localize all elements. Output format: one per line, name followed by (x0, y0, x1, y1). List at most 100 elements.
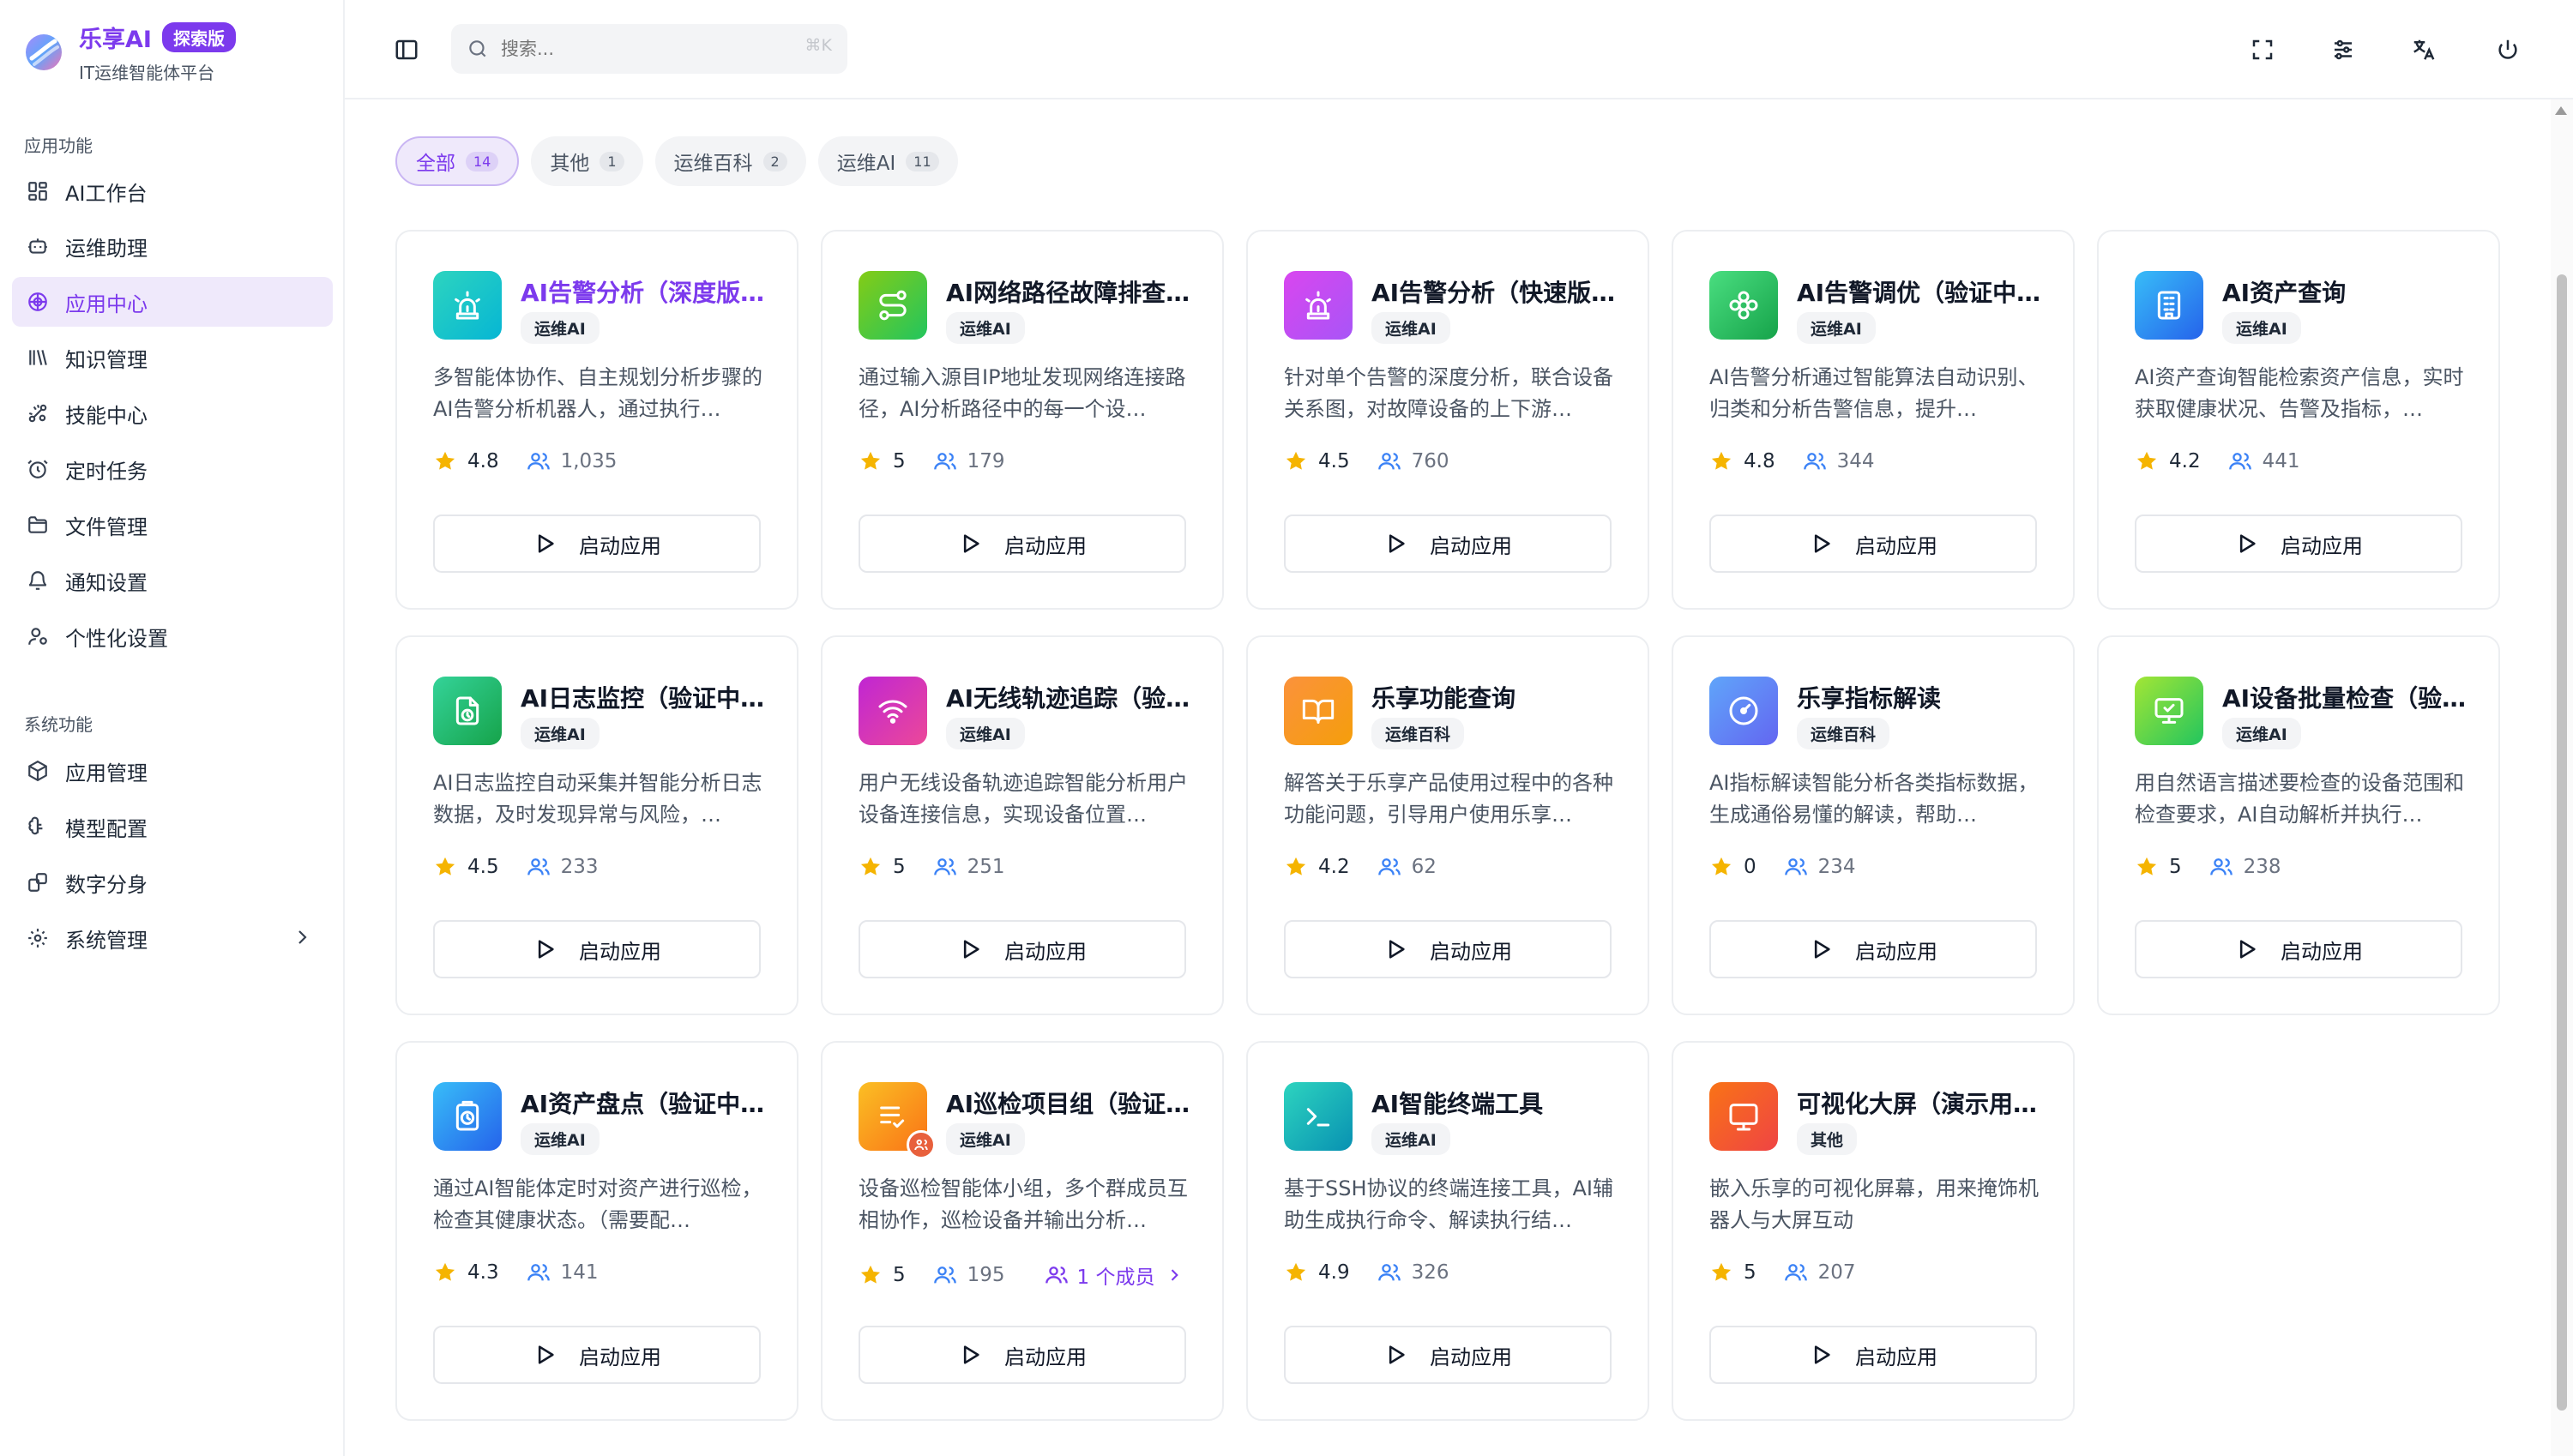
search-box[interactable]: ⌘K (451, 24, 847, 74)
list-check-icon (880, 1106, 905, 1128)
user-count: 441 (2262, 450, 2300, 472)
app-title[interactable]: 可视化大屏（演示用… (1797, 1086, 2054, 1120)
launch-label: 启动应用 (1004, 1345, 1087, 1369)
app-card[interactable]: 乐享指标解读 运维百科 AI指标解读智能分析各类指标数据，生成通俗易懂的解读，帮… (1672, 635, 2075, 1015)
star-icon (860, 451, 881, 470)
filter-all[interactable]: 全部 14 (395, 136, 520, 186)
launch-app-button[interactable]: 启动应用 (1284, 1326, 1612, 1384)
chevron-right-icon (298, 930, 307, 944)
app-title[interactable]: AI日志监控（验证中… (521, 680, 778, 714)
launch-app-button[interactable]: 启动应用 (433, 514, 761, 573)
app-stats: 5 207 (1709, 1260, 1856, 1285)
app-title[interactable]: AI设备批量检查（验… (2222, 680, 2480, 714)
dashboard-icon (26, 179, 50, 203)
app-card[interactable]: AI巡检项目组（验证… 运维AI 设备巡检智能体小组，多个群成员互相协作，巡检设… (821, 1041, 1224, 1421)
user-count: 344 (1836, 450, 1875, 472)
users-icon (527, 453, 550, 470)
category-tag: 运维AI (946, 1123, 1025, 1155)
category-tag: 运维AI (1797, 312, 1876, 344)
filter-ops-wiki[interactable]: 运维百科 2 (654, 136, 806, 186)
launch-app-button[interactable]: 启动应用 (1709, 514, 2037, 573)
sidebar-item-label: AI工作台 (65, 181, 148, 206)
launch-app-button[interactable]: 启动应用 (433, 920, 761, 978)
app-icon (433, 1082, 502, 1151)
sidebar-item-model-config[interactable]: 模型配置 (12, 802, 333, 851)
app-title[interactable]: AI无线轨迹追踪（验… (946, 680, 1203, 714)
logout-button[interactable] (2489, 31, 2527, 69)
launch-label: 启动应用 (1004, 939, 1087, 964)
translate-icon (2413, 39, 2435, 60)
app-card[interactable]: AI告警调优（验证中… 运维AI AI告警分析通过智能算法自动识别、归类和分析告… (1672, 230, 2075, 610)
app-card[interactable]: AI设备批量检查（验… 运维AI 用自然语言描述要检查的设备范围和检查要求，AI… (2097, 635, 2500, 1015)
play-icon (538, 940, 554, 959)
sidebar-item-ai-workbench[interactable]: AI工作台 (12, 166, 333, 216)
sidebar-item-ops-assistant[interactable]: 运维助理 (12, 221, 333, 271)
app-title[interactable]: AI告警分析（快速版… (1371, 274, 1629, 309)
launch-app-button[interactable]: 启动应用 (1709, 920, 2037, 978)
launch-app-button[interactable]: 启动应用 (1284, 920, 1612, 978)
sidebar-item-app-center[interactable]: 应用中心 (12, 277, 333, 327)
app-title[interactable]: AI告警分析（深度版… (521, 274, 778, 309)
brand[interactable]: 乐享AI 探索版 IT运维智能体平台 (24, 22, 236, 83)
sidebar-item-system-management[interactable]: 系统管理 (12, 913, 333, 963)
brand-name: 乐享AI (79, 27, 152, 53)
app-card-grid: AI告警分析（深度版… 运维AI 多智能体协作、自主规划分析步骤的AI告警分析机… (395, 230, 2502, 1421)
launch-label: 启动应用 (1430, 939, 1512, 964)
edition-badge: 探索版 (161, 22, 236, 52)
app-title[interactable]: AI智能终端工具 (1371, 1086, 1629, 1120)
sidebar-item-notifications[interactable]: 通知设置 (12, 556, 333, 605)
filter-ops-ai[interactable]: 运维AI 11 (817, 136, 958, 186)
app-title[interactable]: AI资产盘点（验证中… (521, 1086, 778, 1120)
play-icon (538, 1345, 554, 1364)
launch-app-button[interactable]: 启动应用 (2135, 920, 2462, 978)
fullscreen-button[interactable] (2244, 31, 2281, 69)
users-icon (1784, 1264, 1807, 1281)
launch-app-button[interactable]: 启动应用 (2135, 514, 2462, 573)
app-card[interactable]: AI网络路径故障排查… 运维AI 通过输入源目IP地址发现网络连接路径，AI分析… (821, 230, 1224, 610)
sidebar-item-files[interactable]: 文件管理 (12, 500, 333, 550)
filter-other[interactable]: 其他 1 (531, 136, 643, 186)
app-description: AI日志监控自动采集并智能分析日志数据，及时发现异常与风险，… (433, 771, 762, 827)
app-card[interactable]: AI日志监控（验证中… 运维AI AI日志监控自动采集并智能分析日志数据，及时发… (395, 635, 798, 1015)
app-description: 用户无线设备轨迹追踪智能分析用户设备连接信息，实现设备位置… (859, 771, 1188, 827)
app-title[interactable]: 乐享指标解读 (1797, 680, 2054, 714)
scrollbar-thumb[interactable] (2557, 274, 2567, 1411)
app-card[interactable]: 可视化大屏（演示用… 其他 嵌入乐享的可视化屏幕，用来掩饰机器人与大屏互动 5 … (1672, 1041, 2075, 1421)
app-title[interactable]: AI资产查询 (2222, 274, 2480, 309)
members-link[interactable]: 1 个成员 (1045, 1260, 1191, 1290)
sidebar-item-scheduled-tasks[interactable]: 定时任务 (12, 444, 333, 494)
filter-label: 运维百科 (673, 153, 753, 175)
language-button[interactable] (2405, 31, 2443, 69)
app-title[interactable]: AI告警调优（验证中… (1797, 274, 2054, 309)
launch-app-button[interactable]: 启动应用 (859, 514, 1186, 573)
app-card[interactable]: AI告警分析（深度版… 运维AI 多智能体协作、自主规划分析步骤的AI告警分析机… (395, 230, 798, 610)
app-icon (1284, 271, 1353, 340)
app-title[interactable]: AI网络路径故障排查… (946, 274, 1203, 309)
search-input[interactable] (501, 39, 758, 59)
preferences-button[interactable] (2324, 31, 2362, 69)
sidebar-item-app-management[interactable]: 应用管理 (12, 746, 333, 796)
star-icon (1711, 857, 1732, 875)
sidebar-item-digital-twin[interactable]: 数字分身 (12, 857, 333, 907)
play-icon (1814, 1345, 1830, 1364)
launch-app-button[interactable]: 启动应用 (1709, 1326, 2037, 1384)
app-card[interactable]: AI告警分析（快速版… 运维AI 针对单个告警的深度分析，联合设备关系图，对故障… (1246, 230, 1649, 610)
app-card[interactable]: AI资产盘点（验证中… 运维AI 通过AI智能体定时对资产进行巡检，检查其健康状… (395, 1041, 798, 1421)
sidebar-item-knowledge[interactable]: 知识管理 (12, 333, 333, 382)
sidebar-item-skills[interactable]: 技能中心 (12, 388, 333, 438)
app-card[interactable]: AI智能终端工具 运维AI 基于SSH协议的终端连接工具，AI辅助生成执行命令、… (1246, 1041, 1649, 1421)
app-title[interactable]: 乐享功能查询 (1371, 680, 1629, 714)
sidebar-item-personalization[interactable]: 个性化设置 (12, 611, 333, 661)
launch-app-button[interactable]: 启动应用 (1284, 514, 1612, 573)
app-title[interactable]: AI巡检项目组（验证… (946, 1086, 1203, 1120)
filter-label: 运维AI (836, 153, 896, 175)
app-card[interactable]: AI资产查询 运维AI AI资产查询智能检索资产信息，实时获取健康状况、告警及指… (2097, 230, 2500, 610)
star-icon (860, 1265, 881, 1284)
launch-app-button[interactable]: 启动应用 (859, 1326, 1186, 1384)
launch-app-button[interactable]: 启动应用 (859, 920, 1186, 978)
scroll-up-arrow[interactable] (2555, 106, 2567, 115)
launch-app-button[interactable]: 启动应用 (433, 1326, 761, 1384)
app-card[interactable]: AI无线轨迹追踪（验… 运维AI 用户无线设备轨迹追踪智能分析用户设备连接信息，… (821, 635, 1224, 1015)
app-card[interactable]: 乐享功能查询 运维百科 解答关于乐享产品使用过程中的各种功能问题，引导用户使用乐… (1246, 635, 1649, 1015)
toggle-sidebar-button[interactable] (388, 31, 425, 69)
